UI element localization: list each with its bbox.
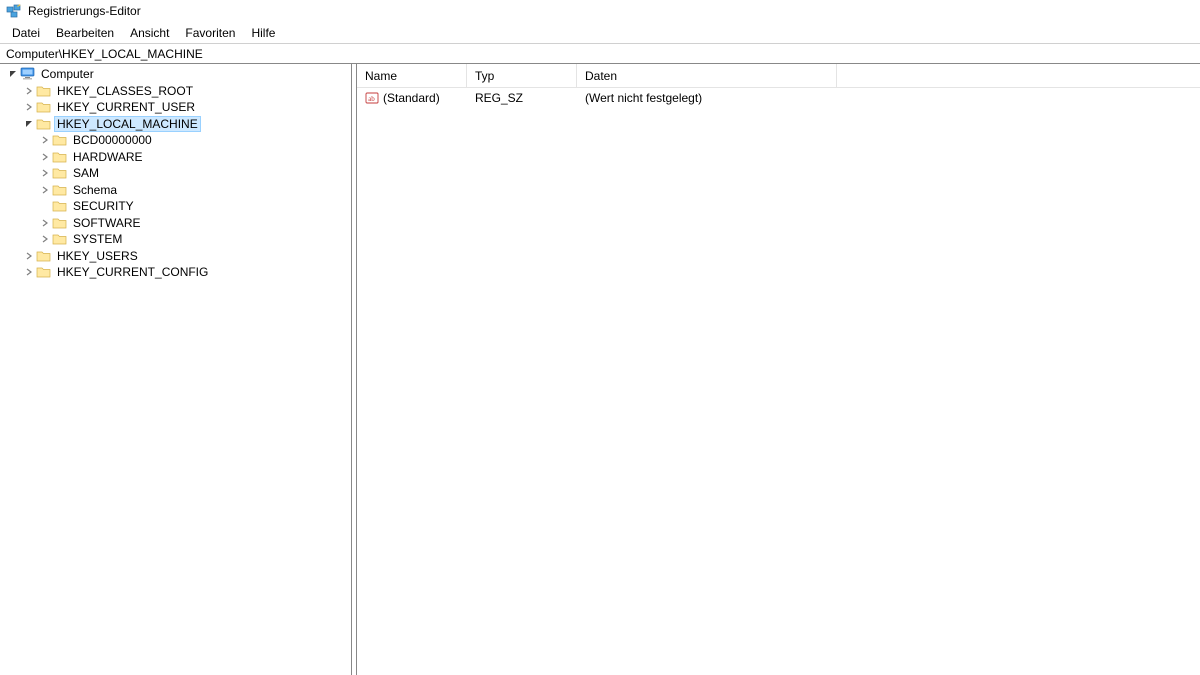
string-value-icon: ab: [365, 91, 379, 105]
titlebar: Registrierungs-Editor: [0, 0, 1200, 22]
menu-view[interactable]: Ansicht: [122, 24, 177, 42]
expander-closed-icon[interactable]: [38, 150, 52, 164]
tree-label: HKEY_CURRENT_USER: [55, 100, 197, 114]
tree-label: HKEY_CURRENT_CONFIG: [55, 265, 210, 279]
folder-icon: [52, 232, 68, 246]
tree-node-hardware[interactable]: HARDWARE: [2, 149, 351, 166]
tree-node-hkcr[interactable]: HKEY_CLASSES_ROOT: [2, 83, 351, 100]
tree-label: Schema: [71, 183, 119, 197]
folder-icon: [52, 166, 68, 180]
expander-open-icon[interactable]: [22, 117, 36, 131]
tree-node-sam[interactable]: SAM: [2, 165, 351, 182]
expander-closed-icon[interactable]: [22, 249, 36, 263]
folder-icon: [36, 249, 52, 263]
svg-text:ab: ab: [368, 95, 375, 103]
menu-help[interactable]: Hilfe: [243, 24, 283, 42]
addressbar-path: Computer\HKEY_LOCAL_MACHINE: [6, 47, 203, 61]
list-header: Name Typ Daten: [357, 64, 1200, 88]
list-row[interactable]: ab (Standard) REG_SZ (Wert nicht festgel…: [357, 88, 1200, 108]
expander-closed-icon[interactable]: [38, 183, 52, 197]
tree-pane[interactable]: Computer HKEY_CLASSES_ROOT HKEY_CURREN: [0, 64, 352, 675]
folder-icon: [36, 84, 52, 98]
tree-label: SECURITY: [71, 199, 136, 213]
folder-icon: [52, 199, 68, 213]
folder-icon: [52, 216, 68, 230]
tree-node-hkcc[interactable]: HKEY_CURRENT_CONFIG: [2, 264, 351, 281]
expander-closed-icon[interactable]: [22, 265, 36, 279]
tree-node-hkcu[interactable]: HKEY_CURRENT_USER: [2, 99, 351, 116]
column-header-name[interactable]: Name: [357, 64, 467, 87]
column-header-type[interactable]: Typ: [467, 64, 577, 87]
menu-file[interactable]: Datei: [4, 24, 48, 42]
folder-icon: [36, 265, 52, 279]
tree-node-software[interactable]: SOFTWARE: [2, 215, 351, 232]
content-area: Computer HKEY_CLASSES_ROOT HKEY_CURREN: [0, 64, 1200, 675]
tree-label: HKEY_LOCAL_MACHINE: [55, 117, 200, 131]
menu-favorites[interactable]: Favoriten: [177, 24, 243, 42]
tree-node-bcd[interactable]: BCD00000000: [2, 132, 351, 149]
expander-closed-icon[interactable]: [38, 166, 52, 180]
cell-name: ab (Standard): [357, 91, 467, 105]
menubar: Datei Bearbeiten Ansicht Favoriten Hilfe: [0, 22, 1200, 44]
list-pane[interactable]: Name Typ Daten ab (Standard) REG_SZ (Wer…: [357, 64, 1200, 675]
tree-label: HARDWARE: [71, 150, 145, 164]
tree-label: HKEY_USERS: [55, 249, 140, 263]
tree-node-hklm[interactable]: HKEY_LOCAL_MACHINE: [2, 116, 351, 133]
tree-label: HKEY_CLASSES_ROOT: [55, 84, 195, 98]
folder-icon: [52, 183, 68, 197]
cell-data: (Wert nicht festgelegt): [577, 91, 837, 105]
expander-open-icon[interactable]: [6, 67, 20, 81]
regedit-app-icon: [6, 3, 22, 19]
expander-closed-icon[interactable]: [22, 84, 36, 98]
folder-icon: [36, 117, 52, 131]
tree-node-computer[interactable]: Computer: [2, 66, 351, 83]
expander-closed-icon[interactable]: [38, 216, 52, 230]
computer-icon: [20, 67, 36, 81]
folder-icon: [52, 133, 68, 147]
tree-node-hku[interactable]: HKEY_USERS: [2, 248, 351, 265]
expander-closed-icon[interactable]: [38, 232, 52, 246]
addressbar[interactable]: Computer\HKEY_LOCAL_MACHINE: [0, 44, 1200, 64]
value-name: (Standard): [383, 91, 440, 105]
expander-closed-icon[interactable]: [38, 133, 52, 147]
folder-icon: [52, 150, 68, 164]
tree-node-schema[interactable]: Schema: [2, 182, 351, 199]
tree-node-system[interactable]: SYSTEM: [2, 231, 351, 248]
folder-icon: [36, 100, 52, 114]
tree-node-security[interactable]: SECURITY: [2, 198, 351, 215]
window-title: Registrierungs-Editor: [28, 4, 141, 18]
column-header-data[interactable]: Daten: [577, 64, 837, 87]
expander-closed-icon[interactable]: [22, 100, 36, 114]
tree-label: SOFTWARE: [71, 216, 143, 230]
tree-label: SYSTEM: [71, 232, 124, 246]
tree-label: SAM: [71, 166, 101, 180]
menu-edit[interactable]: Bearbeiten: [48, 24, 122, 42]
tree-label: BCD00000000: [71, 133, 154, 147]
cell-type: REG_SZ: [467, 91, 577, 105]
tree-label: Computer: [39, 67, 96, 81]
